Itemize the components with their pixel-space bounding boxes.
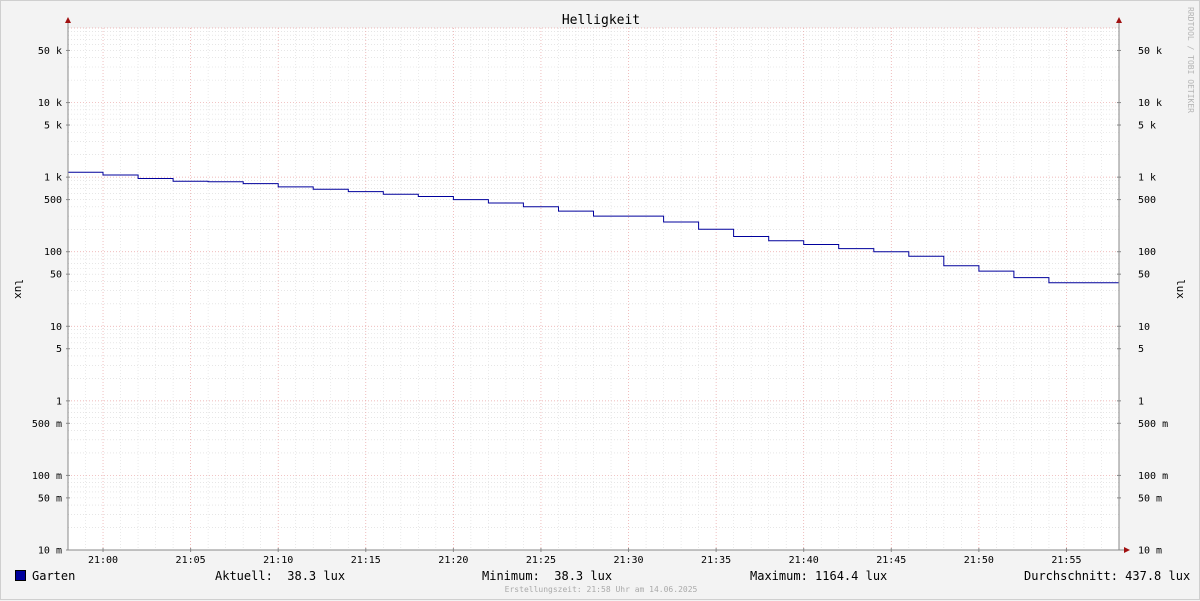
y-axis-label-left: lux <box>12 279 25 299</box>
y-tick-label: 10 <box>50 322 62 333</box>
y-tick-label: 100 m <box>1138 471 1168 482</box>
legend-series: Garten <box>15 569 75 583</box>
y-tick-label: 50 m <box>38 493 62 504</box>
legend-current: Aktuell: 38.3 lux <box>215 569 346 583</box>
y-tick-label: 5 k <box>44 121 62 132</box>
x-tick-label: 21:35 <box>701 555 731 566</box>
chart-frame: 50 k 50 k 10 k 10 k 5 k 5 k 1 k 1 k 500 500 100 100… <box>0 0 1200 600</box>
y-tick-label: 500 m <box>1138 419 1168 430</box>
legend-swatch <box>15 570 26 581</box>
y-tick-label: 500 <box>1138 195 1156 206</box>
x-tick-label: 21:40 <box>789 555 819 566</box>
y-tick-label: 100 m <box>32 471 62 482</box>
chart: 50 k 50 k 10 k 10 k 5 k 5 k 1 k 1 k 500 500 100 100… <box>12 7 1195 566</box>
y-tick-label: 10 <box>1138 322 1150 333</box>
y-axis-label-right: lux <box>1174 279 1187 299</box>
x-tick-label: 21:15 <box>351 555 381 566</box>
y-tick-label: 100 <box>1138 247 1156 258</box>
y-tick-label: 1 <box>56 396 62 407</box>
y-tick-label: 1 k <box>44 173 62 184</box>
y-tick-label: 50 k <box>1138 46 1162 57</box>
chart-title: Helligkeit <box>562 13 640 28</box>
y-tick-label: 10 k <box>38 98 62 109</box>
y-tick-label: 500 m <box>32 419 62 430</box>
y-tick-label: 5 k <box>1138 121 1156 132</box>
axis-arrow-icon <box>1116 17 1122 23</box>
y-tick-label: 1 <box>1138 396 1144 407</box>
x-tick-label: 21:20 <box>438 555 468 566</box>
y-tick-label: 10 m <box>1138 546 1162 557</box>
y-tick-label: 10 k <box>1138 98 1162 109</box>
watermark: RRDTOOL / TOBI OETIKER <box>1186 7 1195 113</box>
y-tick-label: 5 <box>1138 344 1144 355</box>
legend-series-label: Garten <box>32 569 76 583</box>
y-tick-label: 50 k <box>38 46 62 57</box>
y-tick-label: 50 <box>1138 270 1150 281</box>
x-tick-label: 21:05 <box>176 555 206 566</box>
y-tick-label: 50 m <box>1138 493 1162 504</box>
x-tick-label: 21:55 <box>1051 555 1081 566</box>
y-tick-label: 1 k <box>1138 173 1156 184</box>
footer-timestamp: Erstellungszeit: 21:58 Uhr am 14.06.2025 <box>504 585 698 594</box>
x-tick-label: 21:30 <box>613 555 643 566</box>
y-tick-label: 500 <box>44 195 62 206</box>
y-tick-label: 5 <box>56 344 62 355</box>
x-tick-label: 21:45 <box>876 555 906 566</box>
x-tick-label: 21:25 <box>526 555 556 566</box>
x-tick-label: 21:10 <box>263 555 293 566</box>
x-tick-label: 21:50 <box>964 555 994 566</box>
x-tick-label: 21:00 <box>88 555 118 566</box>
y-tick-label: 50 <box>50 270 62 281</box>
y-tick-label: 10 m <box>38 546 62 557</box>
axis-arrow-icon <box>65 17 71 23</box>
legend-maximum: Maximum: 1164.4 lux <box>750 569 888 583</box>
legend-minimum: Minimum: 38.3 lux <box>482 569 613 583</box>
axis-arrow-icon <box>1124 547 1130 553</box>
legend-average: Durchschnitt: 437.8 lux <box>1024 569 1191 583</box>
y-tick-label: 100 <box>44 247 62 258</box>
